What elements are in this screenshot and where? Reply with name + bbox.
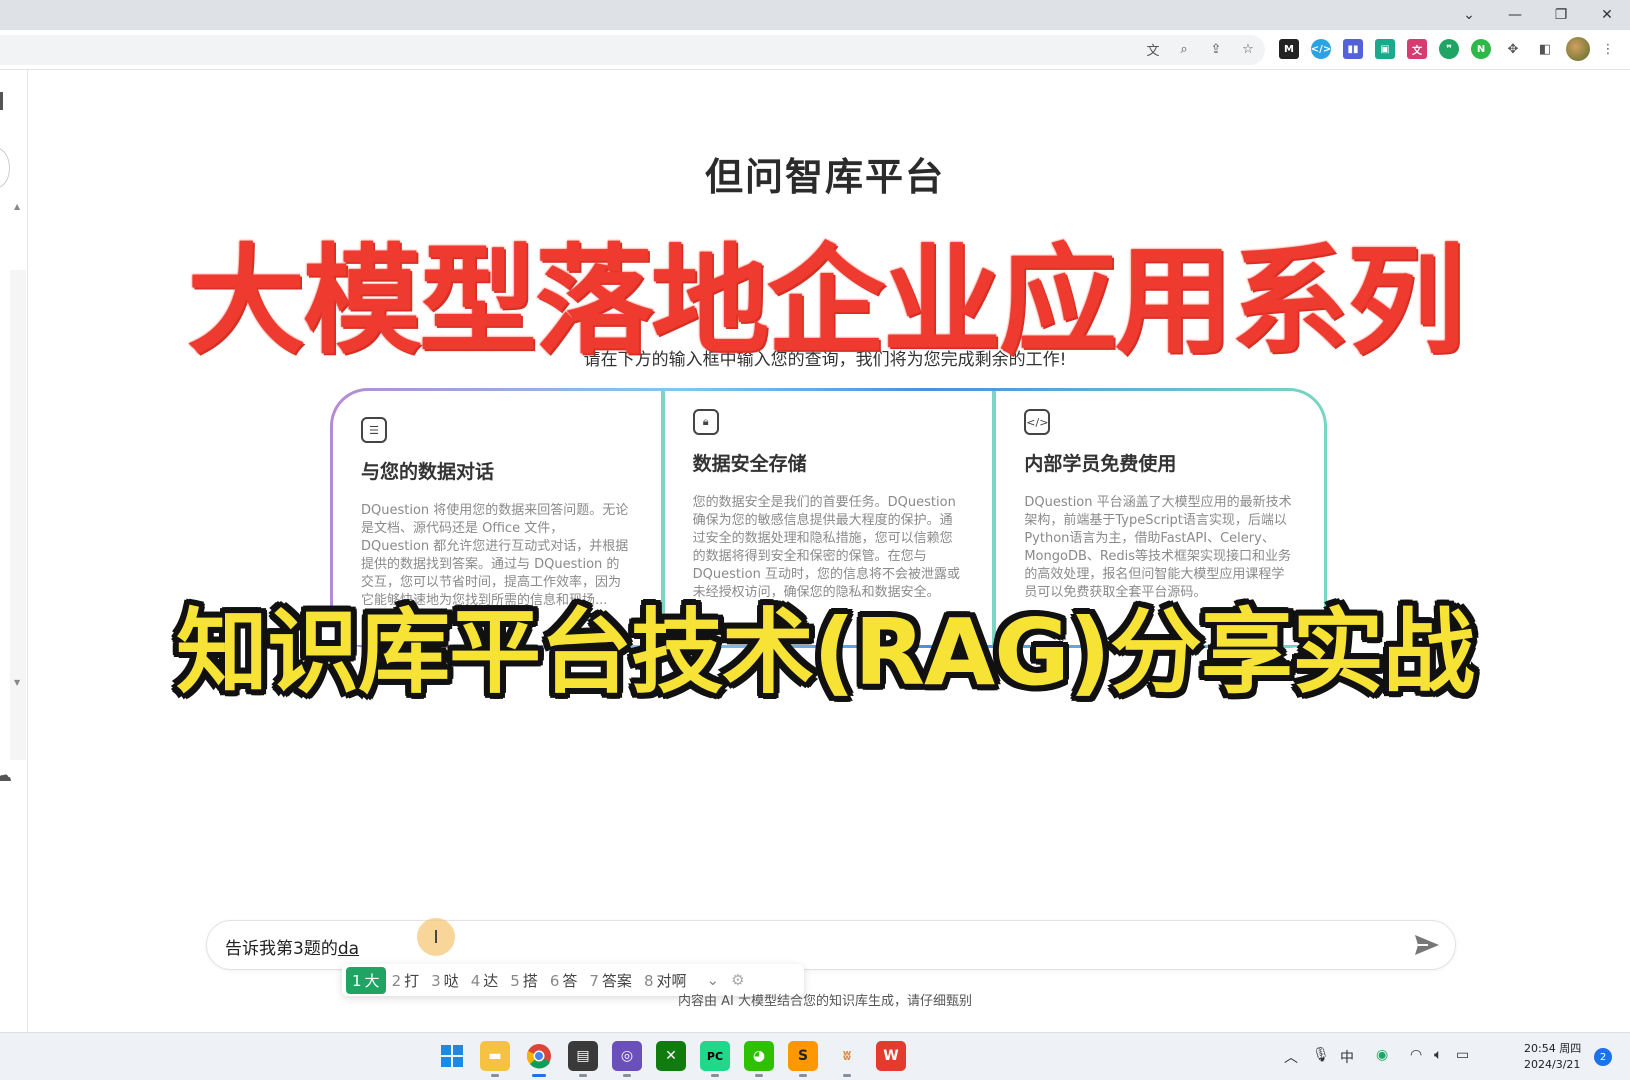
butterfly-app-icon[interactable]: ʬ: [832, 1041, 862, 1077]
translate-icon[interactable]: 文: [1143, 39, 1163, 59]
more-menu-icon[interactable]: ⋮: [1598, 39, 1618, 59]
share-icon[interactable]: ⇪: [1206, 39, 1226, 59]
system-clock[interactable]: 20:54 周四 2024/3/21: [1524, 1041, 1581, 1073]
ai-disclaimer: 内容由 AI 大模型结合您的知识库生成，请仔细甄别: [678, 994, 972, 1009]
wechat-icon[interactable]: ◕: [744, 1041, 774, 1077]
extension-translate-icon[interactable]: 文: [1407, 39, 1427, 59]
code-bubble-icon: </>: [1024, 409, 1051, 435]
send-icon: [1415, 935, 1439, 955]
ime-expand-icon[interactable]: ⌄: [701, 968, 726, 992]
send-button[interactable]: [1410, 928, 1444, 962]
restore-button[interactable]: ❐: [1538, 0, 1584, 30]
sublime-text-icon[interactable]: S: [788, 1041, 818, 1077]
page-title: 但问智库平台: [704, 155, 945, 199]
zoom-icon[interactable]: ⌕: [1174, 39, 1194, 59]
banner-top: 大模型落地企业应用系列: [186, 232, 1465, 370]
card-title: 与您的数据对话: [361, 461, 495, 483]
notification-badge[interactable]: 2: [1594, 1048, 1612, 1066]
card-title: 内部学员免费使用: [1024, 453, 1177, 475]
chat-input[interactable]: 告诉我第3题的da: [225, 934, 1325, 959]
chevron-down-icon[interactable]: ⌄: [1446, 0, 1492, 30]
windows-taskbar: ▬ ▤ ◎ ✕ PC ◕ S ʬ W ︿ 🎙︎ 中 ◉ ◠ 🔈︎ ▭ 20:54…: [0, 1032, 1630, 1080]
chat-input-text: 告诉我第3题的: [225, 939, 338, 959]
terminal-app-icon[interactable]: ▤: [568, 1041, 598, 1077]
screen-recorder-icon[interactable]: ◎: [612, 1041, 642, 1077]
extensions-puzzle-icon[interactable]: ✥: [1503, 39, 1523, 59]
extension-code-icon[interactable]: </>: [1311, 39, 1331, 59]
extension-n-icon[interactable]: N: [1471, 39, 1491, 59]
bookmark-star-icon[interactable]: ☆: [1238, 39, 1258, 59]
microphone-icon[interactable]: 🎙︎: [1312, 1047, 1330, 1063]
text-cursor-icon: I: [417, 918, 455, 956]
chat-input-box[interactable]: 告诉我第3题的da: [206, 920, 1456, 970]
clock-date: 2024/3/21: [1524, 1058, 1581, 1071]
extension-screen-icon[interactable]: ▣: [1375, 39, 1395, 59]
extension-book-icon[interactable]: ▮▮: [1343, 39, 1363, 59]
side-panel-icon[interactable]: ◧: [1535, 39, 1555, 59]
lock-icon: 🔒︎: [692, 409, 719, 435]
extension-m-icon[interactable]: M: [1279, 39, 1299, 59]
chat-bubble-icon: ☰: [361, 417, 387, 443]
sidebar-marker: [0, 92, 3, 110]
ime-indicator[interactable]: 中: [1340, 1047, 1354, 1067]
browser-toolbar: 文 ⌕ ⇪ ☆ M </> ▮▮ ▣ 文 ❞ N ✥ ◧ ⋮: [0, 30, 1630, 70]
close-button[interactable]: ✕: [1584, 0, 1630, 30]
profile-avatar[interactable]: [1566, 37, 1590, 61]
battery-icon[interactable]: ▭: [1456, 1047, 1469, 1063]
chat-input-composition: da: [337, 939, 360, 959]
extension-quote-icon[interactable]: ❞: [1439, 39, 1459, 59]
cloud-upload-icon[interactable]: ☁: [0, 765, 12, 786]
tray-overflow-icon[interactable]: ︿: [1284, 1047, 1298, 1067]
minimize-button[interactable]: —: [1492, 0, 1538, 30]
tray-app-icon[interactable]: ◉: [1376, 1047, 1388, 1063]
pycharm-icon[interactable]: PC: [700, 1041, 730, 1077]
ime-settings-icon[interactable]: ⚙: [725, 968, 750, 992]
browser-titlebar: ⌄ — ❐ ✕: [0, 0, 1630, 30]
card-title: 数据安全存储: [692, 453, 807, 475]
banner-bottom: 知识库平台技术(RAG)分享实战: [176, 599, 1475, 706]
address-bar[interactable]: [0, 35, 1265, 65]
chrome-icon[interactable]: [524, 1041, 554, 1077]
volume-icon[interactable]: 🔈︎: [1434, 1047, 1442, 1063]
wps-office-icon[interactable]: W: [876, 1041, 906, 1071]
start-button[interactable]: [437, 1041, 467, 1071]
file-explorer-icon[interactable]: ▬: [480, 1041, 510, 1077]
clock-time: 20:54 周四: [1524, 1042, 1582, 1055]
xbox-icon[interactable]: ✕: [656, 1041, 686, 1071]
wifi-icon[interactable]: ◠: [1410, 1047, 1422, 1063]
